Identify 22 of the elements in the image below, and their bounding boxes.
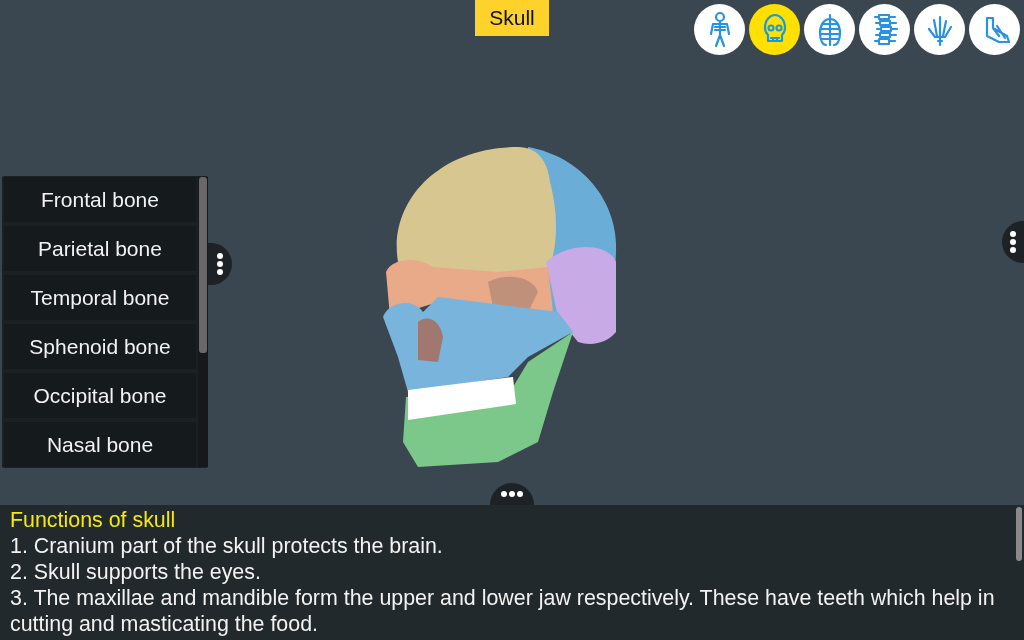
- bone-list-item[interactable]: Sphenoid bone: [4, 324, 196, 369]
- body-region-button[interactable]: [804, 4, 855, 55]
- body-region-button[interactable]: [749, 4, 800, 55]
- info-scrollbar[interactable]: [1016, 507, 1022, 561]
- bone-list-item[interactable]: Frontal bone: [4, 177, 196, 222]
- info-paragraph: 2. Skull supports the eyes.: [10, 559, 262, 585]
- body-region-button[interactable]: [694, 4, 745, 55]
- side-panel-handle[interactable]: [208, 243, 232, 285]
- list-scrollbar[interactable]: [198, 177, 208, 467]
- side-panel-handle[interactable]: [1002, 221, 1024, 263]
- bottom-panel-handle[interactable]: [490, 483, 534, 505]
- body-region-button[interactable]: [859, 4, 910, 55]
- body-region-button[interactable]: [914, 4, 965, 55]
- bone-list-item[interactable]: Parietal bone: [4, 226, 196, 271]
- bone-list-item[interactable]: Temporal bone: [4, 275, 196, 320]
- view-title: Skull: [475, 0, 549, 36]
- info-paragraph: 1. Cranium part of the skull protects the brain.: [10, 533, 444, 559]
- info-paragraph: 3. The maxillae and mandible form the upper and lower jaw respectively. These have teeth which help in cutting and masticating the food.: [10, 585, 996, 637]
- bone-list-item[interactable]: Nasal bone: [4, 422, 196, 467]
- info-heading: Functions of skull: [10, 507, 177, 533]
- body-region-button[interactable]: [969, 4, 1020, 55]
- bone-list-item[interactable]: Occipital bone: [4, 373, 196, 418]
